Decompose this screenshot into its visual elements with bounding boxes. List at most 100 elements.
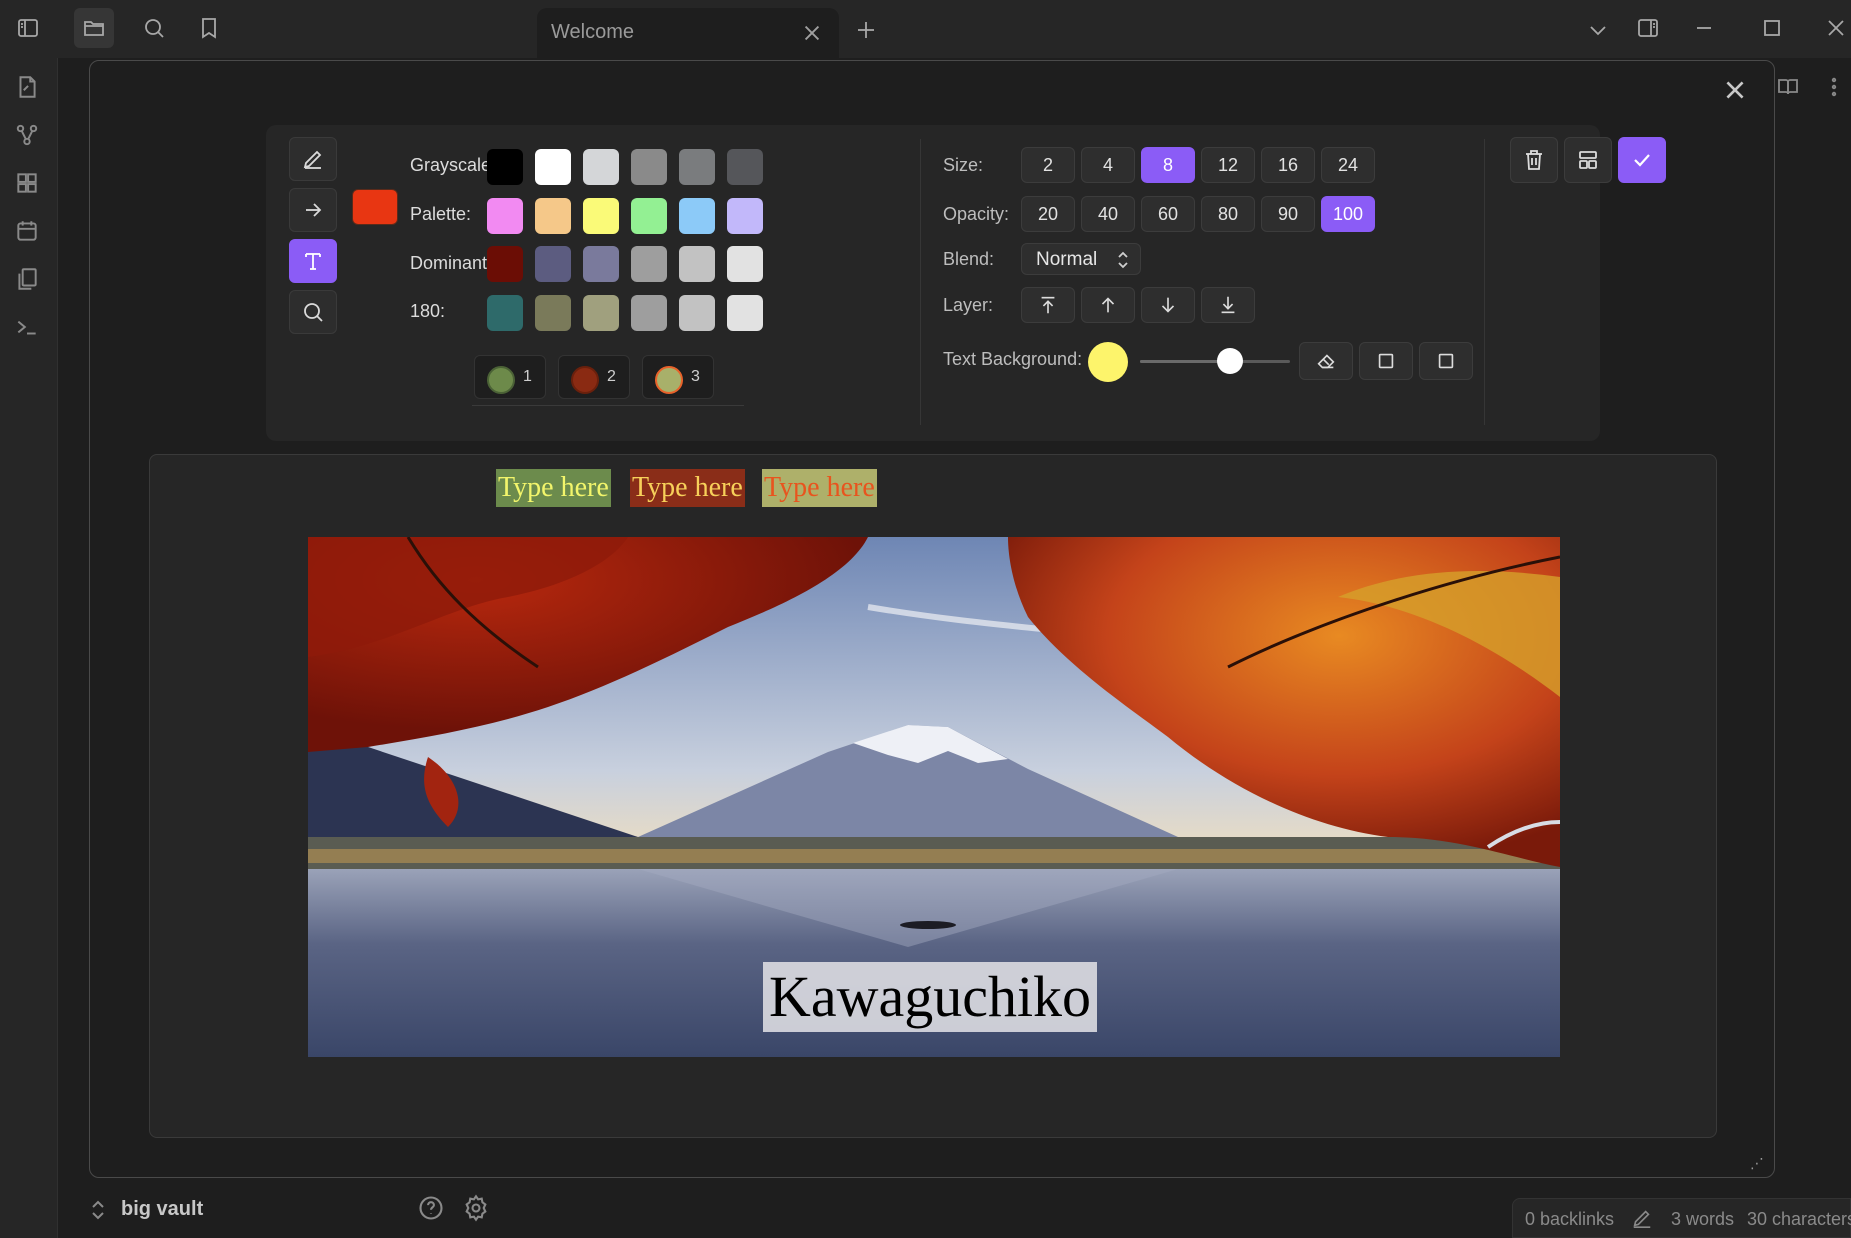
style-preset[interactable]: 3 — [642, 355, 714, 399]
current-color-swatch[interactable] — [352, 189, 398, 225]
color-swatch[interactable] — [535, 246, 571, 282]
color-swatch[interactable] — [679, 246, 715, 282]
templates-icon[interactable] — [14, 266, 44, 296]
terminal-icon[interactable] — [14, 314, 44, 344]
opacity-option-button[interactable]: 90 — [1261, 196, 1315, 232]
color-swatch[interactable] — [679, 295, 715, 331]
opacity-option-button[interactable]: 60 — [1141, 196, 1195, 232]
folder-icon[interactable] — [74, 8, 114, 48]
slider-thumb[interactable] — [1217, 348, 1243, 374]
color-swatch[interactable] — [631, 295, 667, 331]
palette-row-label: Grayscale: — [410, 155, 497, 175]
opacity-option-button[interactable]: 80 — [1201, 196, 1255, 232]
zoom-tool-button[interactable] — [289, 290, 337, 334]
close-icon[interactable] — [1722, 77, 1752, 107]
opacity-option-button[interactable]: 100 — [1321, 196, 1375, 232]
settings-gear-icon[interactable] — [462, 1194, 492, 1224]
text-tool-button[interactable] — [289, 239, 337, 283]
color-swatch[interactable] — [487, 246, 523, 282]
blend-select[interactable]: Normal — [1021, 243, 1141, 275]
more-options-icon[interactable] — [1822, 75, 1851, 105]
style-preset[interactable]: 2 — [558, 355, 630, 399]
minimize-icon[interactable] — [1684, 8, 1724, 48]
canvas-icon[interactable] — [14, 170, 44, 200]
confirm-button[interactable] — [1618, 137, 1666, 183]
color-swatch[interactable] — [679, 198, 715, 234]
background-style-button[interactable] — [1359, 342, 1413, 380]
opacity-option-button[interactable]: 20 — [1021, 196, 1075, 232]
arrow-tool-button[interactable] — [289, 188, 337, 232]
text-annotation[interactable]: Type here — [762, 469, 877, 507]
color-swatch[interactable] — [535, 149, 571, 185]
vault-switcher[interactable]: big vault — [80, 1190, 510, 1230]
color-swatch[interactable] — [583, 198, 619, 234]
tab-welcome[interactable]: Welcome — [537, 8, 839, 58]
color-swatch[interactable] — [487, 295, 523, 331]
size-option-button[interactable]: 24 — [1321, 147, 1375, 183]
color-swatch[interactable] — [631, 246, 667, 282]
text-annotation[interactable]: Type here — [630, 469, 745, 507]
square-icon — [1438, 353, 1454, 369]
help-icon[interactable] — [417, 1194, 447, 1224]
size-option-button[interactable]: 12 — [1201, 147, 1255, 183]
draw-tool-button[interactable] — [289, 137, 337, 181]
graph-view-icon[interactable] — [14, 122, 44, 152]
backlinks-count[interactable]: 0 backlinks — [1525, 1209, 1614, 1230]
size-option-button[interactable]: 8 — [1141, 147, 1195, 183]
sidebar-toggle-icon[interactable] — [8, 8, 48, 48]
send-backward-button[interactable] — [1141, 287, 1195, 323]
color-swatch[interactable] — [727, 246, 763, 282]
text-background-color[interactable] — [1088, 342, 1128, 382]
text-background-opacity-slider[interactable] — [1140, 360, 1290, 363]
color-swatch[interactable] — [631, 198, 667, 234]
color-swatch[interactable] — [583, 149, 619, 185]
tab-title: Welcome — [551, 21, 634, 43]
layout-button[interactable] — [1564, 137, 1612, 183]
background-style-button-2[interactable] — [1419, 342, 1473, 380]
close-icon[interactable] — [801, 22, 825, 46]
color-swatch[interactable] — [727, 198, 763, 234]
maximize-icon[interactable] — [1752, 8, 1792, 48]
text-background-label: Text Background: — [943, 349, 1083, 369]
bring-to-front-button[interactable] — [1021, 287, 1075, 323]
reading-view-icon[interactable] — [1776, 75, 1806, 105]
image-canvas[interactable]: Type here Type here Type here Kawaguchik… — [149, 454, 1717, 1138]
color-swatch[interactable] — [583, 246, 619, 282]
color-swatch[interactable] — [535, 198, 571, 234]
bring-forward-button[interactable] — [1081, 287, 1135, 323]
color-swatch[interactable] — [727, 149, 763, 185]
size-option-button[interactable]: 2 — [1021, 147, 1075, 183]
color-swatch[interactable] — [583, 295, 619, 331]
plus-icon[interactable] — [846, 10, 886, 50]
split-view-icon[interactable] — [1628, 8, 1668, 48]
send-to-back-button[interactable] — [1201, 287, 1255, 323]
calendar-icon[interactable] — [14, 218, 44, 248]
color-swatch[interactable] — [679, 149, 715, 185]
chevron-down-icon[interactable] — [1578, 10, 1618, 50]
photo-caption[interactable]: Kawaguchiko — [763, 962, 1097, 1032]
palette-row-label: Palette: — [410, 204, 472, 224]
resize-handle-icon[interactable]: ⋰ — [1750, 1155, 1770, 1175]
blend-label: Blend: — [943, 249, 995, 269]
clear-background-button[interactable] — [1299, 342, 1353, 380]
search-icon[interactable] — [134, 8, 174, 48]
size-option-button[interactable]: 16 — [1261, 147, 1315, 183]
palette-row-label: 180: — [410, 301, 446, 321]
color-swatch[interactable] — [535, 295, 571, 331]
color-swatch[interactable] — [487, 198, 523, 234]
window-close-icon[interactable] — [1816, 8, 1851, 48]
preset-number: 3 — [691, 368, 700, 385]
color-swatch[interactable] — [727, 295, 763, 331]
size-option-button[interactable]: 4 — [1081, 147, 1135, 183]
delete-button[interactable] — [1510, 137, 1558, 183]
color-swatch[interactable] — [631, 149, 667, 185]
opacity-option-button[interactable]: 40 — [1081, 196, 1135, 232]
open-quick-switcher-icon[interactable] — [14, 74, 44, 104]
bookmark-icon[interactable] — [189, 8, 229, 48]
style-preset[interactable]: 1 — [474, 355, 546, 399]
photo-kawaguchiko[interactable]: Kawaguchiko — [308, 537, 1560, 1057]
status-bar: 0 backlinks 3 words 30 characters — [1512, 1198, 1851, 1238]
text-annotation[interactable]: Type here — [496, 469, 611, 507]
edit-mode-icon[interactable] — [1631, 1207, 1655, 1231]
color-swatch[interactable] — [487, 149, 523, 185]
